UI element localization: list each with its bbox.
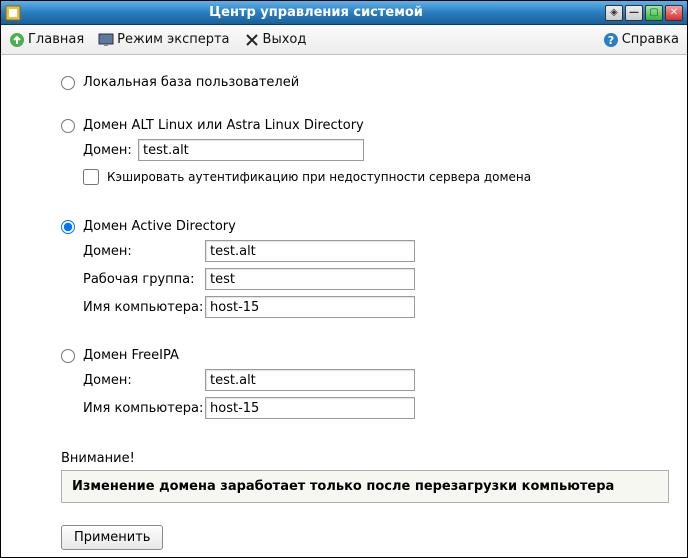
- ad-domain-label: Домен:: [83, 244, 205, 259]
- radio-alt-label: Домен ALT Linux или Astra Linux Director…: [83, 118, 364, 133]
- alt-domain-input[interactable]: [138, 139, 364, 161]
- alt-domain-label: Домен:: [83, 143, 138, 158]
- radio-alt-input[interactable]: [61, 119, 75, 133]
- radio-local[interactable]: Локальная база пользователей: [61, 75, 669, 90]
- exit-icon: [244, 32, 260, 48]
- titlebar: Центр управления системой ◈ — ▢ ✕: [1, 1, 687, 25]
- radio-local-label: Локальная база пользователей: [83, 75, 299, 90]
- ad-domain-input[interactable]: [205, 240, 415, 262]
- pin-button[interactable]: ◈: [605, 5, 623, 21]
- app-icon: [5, 5, 21, 21]
- radio-ad[interactable]: Домен Active Directory: [61, 219, 669, 234]
- warning-text: Изменение домена заработает только после…: [72, 479, 614, 494]
- home-label: Главная: [28, 32, 84, 47]
- ad-workgroup-label: Рабочая группа:: [83, 272, 205, 287]
- help-icon: ?: [603, 32, 619, 48]
- expert-label: Режим эксперта: [117, 32, 229, 47]
- ipa-hostname-label: Имя компьютера:: [83, 401, 205, 416]
- home-button[interactable]: Главная: [9, 32, 84, 48]
- minimize-button[interactable]: —: [625, 5, 643, 21]
- ad-fields: Домен: Рабочая группа: Имя компьютера:: [83, 240, 669, 318]
- warning-box: Изменение домена заработает только после…: [61, 470, 669, 503]
- alt-cache-row[interactable]: Кэшировать аутентификацию при недоступно…: [83, 169, 669, 185]
- radio-ipa-input[interactable]: [61, 349, 75, 363]
- toolbar: Главная Режим эксперта Выход ? Справка: [1, 25, 687, 55]
- ipa-domain-label: Домен:: [83, 373, 205, 388]
- exit-label: Выход: [263, 32, 307, 47]
- content: Локальная база пользователей Домен ALT L…: [1, 55, 687, 557]
- ad-hostname-label: Имя компьютера:: [83, 300, 205, 315]
- svg-text:?: ?: [608, 34, 614, 47]
- alt-cache-checkbox[interactable]: [83, 169, 99, 185]
- warning-title: Внимание!: [61, 451, 669, 466]
- window: Центр управления системой ◈ — ▢ ✕ Главна…: [0, 0, 688, 558]
- ad-hostname-input[interactable]: [205, 296, 415, 318]
- radio-ad-label: Домен Active Directory: [83, 219, 236, 234]
- expert-mode-button[interactable]: Режим эксперта: [98, 32, 229, 48]
- exit-button[interactable]: Выход: [244, 32, 307, 48]
- home-icon: [9, 32, 25, 48]
- ipa-fields: Домен: Имя компьютера:: [83, 369, 669, 419]
- monitor-icon: [98, 32, 114, 48]
- apply-button[interactable]: Применить: [61, 525, 163, 550]
- close-button[interactable]: ✕: [665, 5, 683, 21]
- radio-local-input[interactable]: [61, 76, 75, 90]
- radio-alt[interactable]: Домен ALT Linux или Astra Linux Director…: [61, 118, 669, 133]
- help-button[interactable]: ? Справка: [603, 32, 679, 48]
- ipa-hostname-input[interactable]: [205, 397, 415, 419]
- radio-ad-input[interactable]: [61, 220, 75, 234]
- ad-workgroup-input[interactable]: [205, 268, 415, 290]
- maximize-button[interactable]: ▢: [645, 5, 663, 21]
- alt-cache-label: Кэшировать аутентификацию при недоступно…: [107, 170, 531, 184]
- window-title: Центр управления системой: [27, 5, 605, 20]
- titlebar-buttons: ◈ — ▢ ✕: [605, 5, 683, 21]
- ipa-domain-input[interactable]: [205, 369, 415, 391]
- radio-ipa[interactable]: Домен FreeIPA: [61, 348, 669, 363]
- alt-fields: Домен:: [83, 139, 669, 161]
- radio-ipa-label: Домен FreeIPA: [83, 348, 179, 363]
- help-label: Справка: [622, 32, 679, 47]
